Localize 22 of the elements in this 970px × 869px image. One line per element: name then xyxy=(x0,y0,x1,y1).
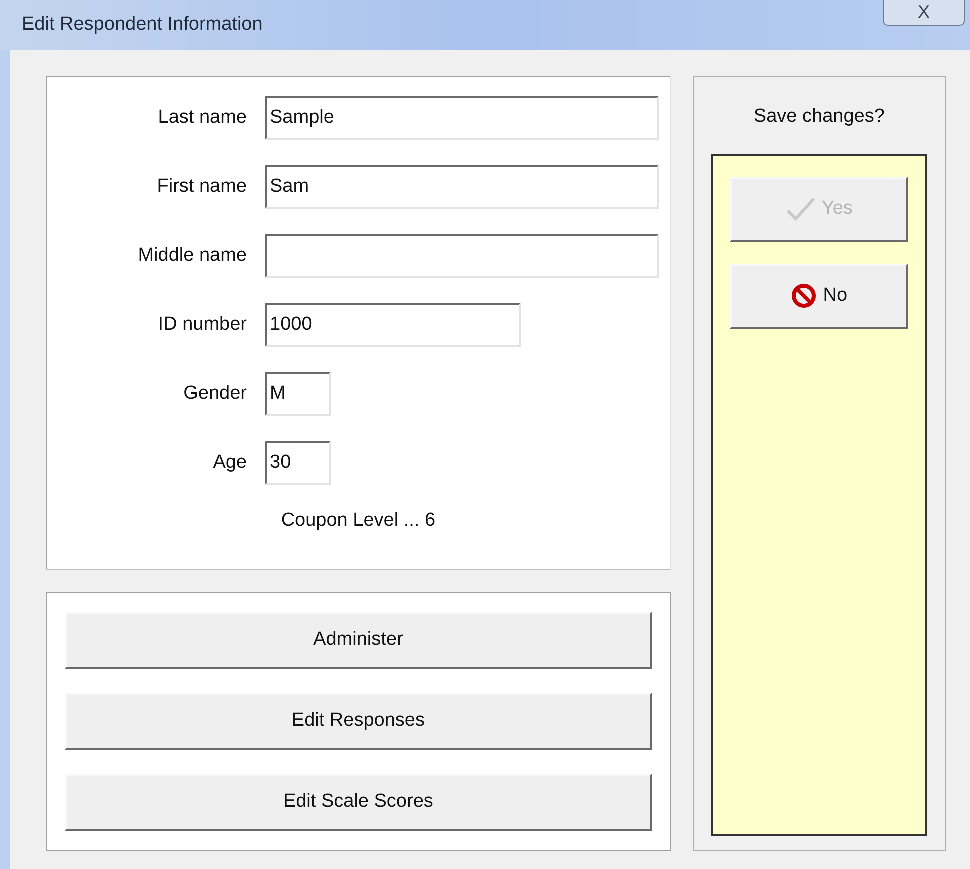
field-label: First name xyxy=(156,174,247,199)
input-field[interactable]: Sample xyxy=(265,96,659,140)
field-label: ID number xyxy=(157,312,247,337)
close-button[interactable]: X xyxy=(883,0,965,26)
field-label: Gender xyxy=(182,382,247,406)
save-prompt: Save changes? xyxy=(754,105,885,129)
input-field[interactable]: Sam xyxy=(265,165,659,209)
input-field[interactable] xyxy=(265,234,659,278)
no-button[interactable]: No xyxy=(730,264,908,328)
action-button[interactable]: Edit Responses xyxy=(65,693,652,750)
field-label: Middle name xyxy=(137,244,247,268)
checkmark-icon xyxy=(786,196,816,222)
field-label: Last name xyxy=(157,106,247,130)
input-field[interactable]: 1000 xyxy=(265,303,521,347)
window-title: Edit Respondent Information xyxy=(22,12,263,37)
field-label: Age xyxy=(212,450,247,475)
action-button[interactable]: Edit Scale Scores xyxy=(65,774,652,831)
prohibited-icon xyxy=(791,283,818,309)
input-field[interactable]: M xyxy=(265,372,331,416)
coupon-level-text: Coupon Level ... 6 xyxy=(281,509,436,533)
input-field[interactable]: 30 xyxy=(265,441,331,485)
action-button[interactable]: Administer xyxy=(65,612,652,669)
